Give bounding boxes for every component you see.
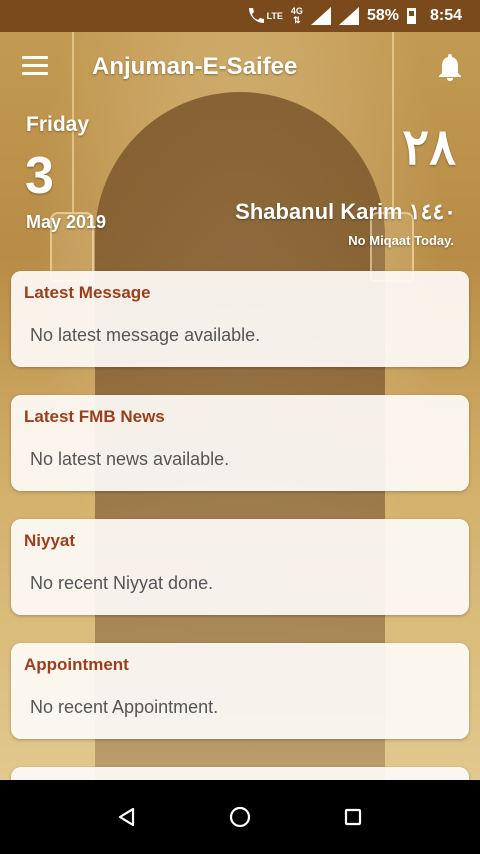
home-circle-icon — [229, 806, 251, 828]
card-latest-fmb-news[interactable]: Latest FMB News No latest news available… — [11, 395, 469, 491]
menu-icon[interactable] — [22, 56, 48, 76]
miqaat-status: No Miqaat Today. — [348, 233, 454, 248]
status-time: 8:54 — [429, 7, 462, 24]
card-body: No recent Niyyat done. — [30, 573, 214, 593]
signal-icon — [310, 7, 331, 25]
lte-label: LTE — [266, 10, 283, 21]
recents-square-icon — [345, 808, 362, 826]
call-lte-icon: LTE — [245, 6, 283, 26]
gregorian-month-year: May 2019 — [26, 212, 107, 232]
status-bar: LTE 4G ⇅ 58% 8:54 — [0, 0, 480, 32]
hijri-day-number: ٢٨ — [402, 119, 456, 175]
data-arrows-icon: ⇅ — [293, 15, 301, 25]
gregorian-day-name: Friday — [26, 113, 90, 136]
card-body: No latest message available. — [30, 325, 261, 345]
recents-button[interactable] — [333, 797, 373, 837]
card-partial-next — [11, 767, 469, 780]
home-button[interactable] — [220, 797, 260, 837]
gregorian-day-number: 3 — [25, 147, 54, 205]
app-bar: Anjuman-E-Saifee — [0, 32, 480, 100]
battery-icon — [406, 8, 416, 24]
card-appointment[interactable]: Appointment No recent Appointment. — [11, 643, 469, 739]
card-body: No recent Appointment. — [30, 697, 219, 717]
back-button[interactable] — [107, 797, 147, 837]
card-body: No latest news available. — [30, 449, 230, 469]
card-niyyat[interactable]: Niyyat No recent Niyyat done. — [11, 519, 469, 615]
wifi-signal-icon — [338, 7, 359, 25]
system-nav-bar — [0, 780, 480, 854]
card-title: Latest FMB News — [24, 407, 165, 426]
card-latest-message[interactable]: Latest Message No latest message availab… — [11, 271, 469, 367]
hijri-month-year: Shabanul Karim ١٤٤٠ — [235, 199, 456, 224]
battery-percent: 58% — [366, 7, 399, 24]
app-title: Anjuman-E-Saifee — [92, 53, 298, 80]
bell-icon[interactable] — [436, 52, 464, 82]
card-title: Latest Message — [24, 283, 151, 302]
card-title: Appointment — [24, 655, 129, 674]
network-4g-indicator: 4G ⇅ — [291, 7, 303, 25]
back-triangle-icon — [118, 807, 134, 827]
card-title: Niyyat — [24, 531, 76, 550]
